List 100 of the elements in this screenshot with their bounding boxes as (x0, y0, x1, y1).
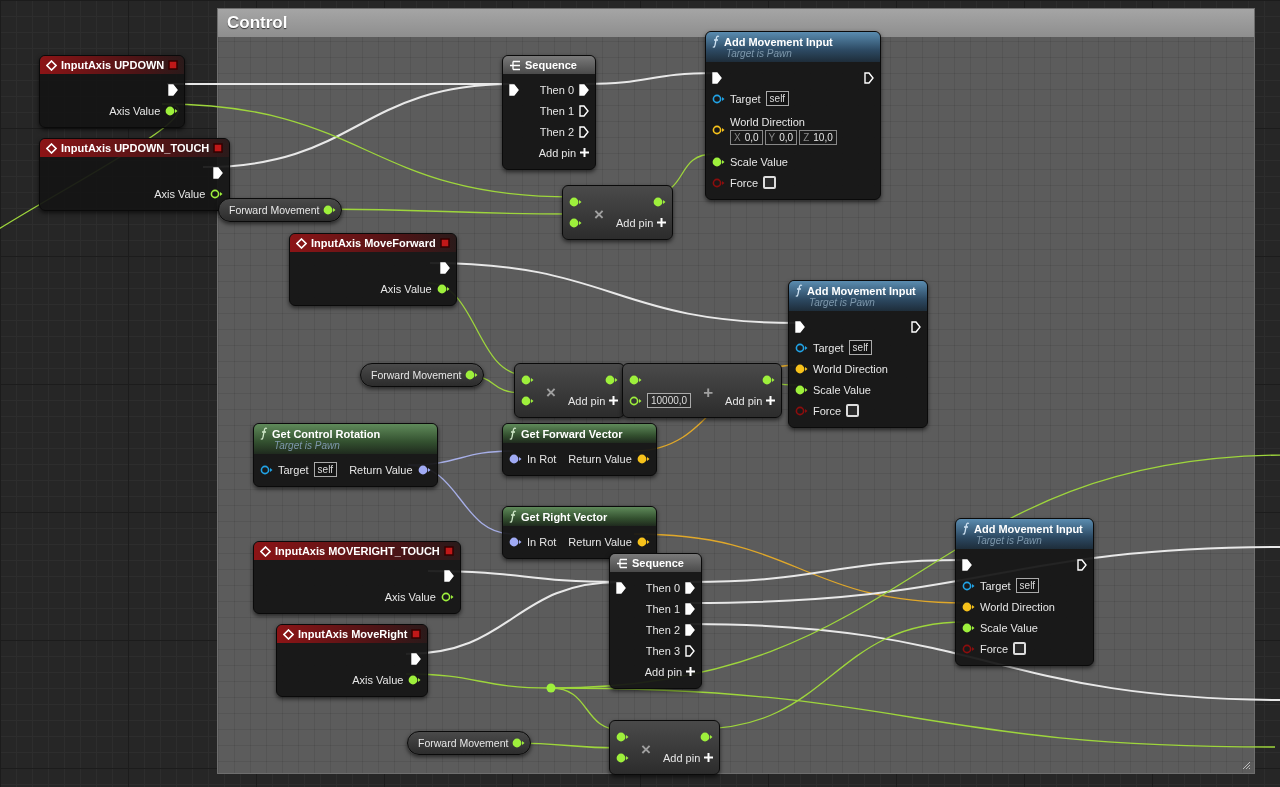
data-pin-icon[interactable] (616, 752, 629, 763)
data-pin-icon[interactable] (712, 93, 725, 104)
default-value-field[interactable]: 10000,0 (647, 393, 692, 408)
data-pin-icon[interactable] (636, 536, 650, 547)
data-pin-icon[interactable] (636, 453, 650, 464)
exec-pin-icon[interactable] (864, 71, 874, 84)
reroute-knot-icon[interactable] (546, 683, 556, 693)
data-pin-icon[interactable] (521, 395, 534, 406)
data-pin-icon[interactable] (165, 105, 179, 116)
exec-pin-icon[interactable] (712, 71, 722, 84)
add-pin-button[interactable]: Add pin (644, 661, 695, 682)
exec-pin-icon[interactable] (685, 602, 695, 615)
exec-pin-icon[interactable] (443, 569, 454, 582)
data-pin-icon[interactable] (962, 580, 975, 591)
data-pin-icon[interactable] (712, 125, 725, 135)
exec-pin-icon[interactable] (795, 320, 805, 333)
data-pin-icon[interactable] (616, 731, 629, 742)
blueprint-node[interactable]: InputAxis UPDOWN Axis Value (39, 55, 186, 128)
variable-node[interactable]: Forward Movement (407, 731, 532, 755)
exec-pin-icon[interactable] (685, 581, 695, 594)
data-pin-icon[interactable] (712, 156, 725, 167)
delegate-pin-icon[interactable] (213, 143, 224, 153)
add-pin-button[interactable]: Add pin (538, 142, 589, 163)
blueprint-node[interactable]: × Add pin (562, 185, 674, 240)
data-pin-icon[interactable] (962, 601, 975, 612)
add-pin-button[interactable]: Add pin (567, 390, 619, 411)
data-pin-icon[interactable] (795, 342, 808, 353)
data-pin-icon[interactable] (700, 731, 714, 742)
data-pin-icon[interactable] (962, 622, 975, 633)
variable-name: Forward Movement (229, 204, 320, 216)
blueprint-node[interactable]: Sequence Then 0 Then 1 Then 2 Then 3 Add pin (609, 553, 702, 689)
blueprint-node[interactable]: Get Control Rotation Target is Pawn Target self Return Value (253, 423, 438, 487)
delegate-pin-icon[interactable] (443, 546, 454, 556)
data-pin-icon[interactable] (605, 374, 619, 385)
exec-pin-icon[interactable] (509, 83, 519, 96)
exec-pin-icon[interactable] (168, 83, 179, 96)
data-pin-icon[interactable] (440, 591, 454, 602)
exec-pin-icon[interactable] (411, 652, 422, 665)
data-pin-icon[interactable] (795, 363, 808, 374)
default-value-field[interactable]: self (765, 91, 790, 106)
exec-pin-icon[interactable] (962, 558, 972, 571)
blueprint-node[interactable]: Sequence Then 0 Then 1 Then 2 Add pin (502, 55, 596, 170)
exec-pin-icon[interactable] (1077, 558, 1087, 571)
blueprint-node[interactable]: InputAxis UPDOWN_TOUCH Axis Value (39, 138, 231, 211)
data-pin-icon[interactable] (762, 374, 776, 385)
blueprint-node[interactable]: Add Movement Input Target is Pawn Target self World Direction Scale Value Force (955, 518, 1094, 666)
data-pin-icon[interactable] (629, 395, 642, 406)
blueprint-node[interactable]: InputAxis MOVERIGHT_TOUCH Axis Value (253, 541, 461, 614)
exec-pin-icon[interactable] (213, 166, 224, 179)
pin-label: Target (980, 579, 1011, 592)
vector-component-field[interactable]: Y 0,0 (764, 129, 798, 145)
checkbox[interactable] (1013, 642, 1027, 655)
delegate-pin-icon[interactable] (411, 629, 422, 639)
data-pin-icon[interactable] (260, 464, 273, 475)
exec-pin-icon[interactable] (579, 83, 589, 96)
data-pin-icon[interactable] (629, 374, 642, 385)
data-pin-icon[interactable] (569, 217, 582, 228)
data-pin-icon[interactable] (323, 205, 337, 215)
add-pin-button[interactable]: Add pin (662, 747, 714, 768)
exec-pin-icon[interactable] (616, 581, 626, 594)
data-pin-icon[interactable] (465, 370, 479, 380)
data-pin-icon[interactable] (569, 196, 582, 207)
add-pin-button[interactable]: Add pin (615, 212, 667, 233)
data-pin-icon[interactable] (509, 453, 522, 464)
vector-component-field[interactable]: X 0,0 (730, 129, 763, 145)
blueprint-node[interactable]: Add Movement Input Target is Pawn Target self World Direction X 0,0 Y 0,0 Z 10,0 Scale Value Force (705, 31, 881, 200)
add-pin-button[interactable]: Add pin (725, 390, 776, 411)
exec-pin-icon[interactable] (579, 125, 589, 138)
blueprint-node[interactable]: 10000,0 + Add pin (622, 363, 783, 418)
default-value-field[interactable]: self (313, 462, 338, 477)
default-value-field[interactable]: self (848, 340, 873, 355)
exec-pin-icon[interactable] (685, 623, 695, 636)
exec-pin-icon[interactable] (911, 320, 921, 333)
checkbox[interactable] (846, 404, 860, 417)
data-pin-icon[interactable] (436, 283, 450, 294)
data-pin-icon[interactable] (521, 374, 534, 385)
exec-pin-icon[interactable] (685, 644, 695, 657)
exec-pin-icon[interactable] (439, 261, 450, 274)
data-pin-icon[interactable] (653, 196, 667, 207)
data-pin-icon[interactable] (795, 384, 808, 395)
resize-grip-icon[interactable] (1241, 760, 1251, 770)
blueprint-node[interactable]: Get Forward Vector In Rot Return Value (502, 423, 657, 476)
blueprint-node[interactable]: Add Movement Input Target is Pawn Target self World Direction Scale Value Force (788, 280, 928, 428)
data-pin-icon[interactable] (512, 738, 526, 748)
default-value-field[interactable]: self (1015, 578, 1040, 593)
variable-node[interactable]: Forward Movement (218, 198, 343, 222)
delegate-pin-icon[interactable] (439, 238, 450, 248)
exec-pin-icon[interactable] (579, 104, 589, 117)
data-pin-icon[interactable] (210, 188, 224, 199)
data-pin-icon[interactable] (417, 464, 431, 475)
blueprint-node[interactable]: × Add pin (609, 720, 721, 775)
blueprint-node[interactable]: InputAxis MoveRight Axis Value (276, 624, 429, 697)
data-pin-icon[interactable] (509, 536, 522, 547)
variable-node[interactable]: Forward Movement (360, 363, 485, 387)
blueprint-node[interactable]: InputAxis MoveForward Axis Value (289, 233, 457, 306)
delegate-pin-icon[interactable] (168, 60, 179, 70)
vector-component-field[interactable]: Z 10,0 (799, 129, 837, 145)
data-pin-icon[interactable] (408, 674, 422, 685)
blueprint-node[interactable]: Get Right Vector In Rot Return Value (502, 506, 657, 559)
checkbox[interactable] (763, 176, 777, 189)
